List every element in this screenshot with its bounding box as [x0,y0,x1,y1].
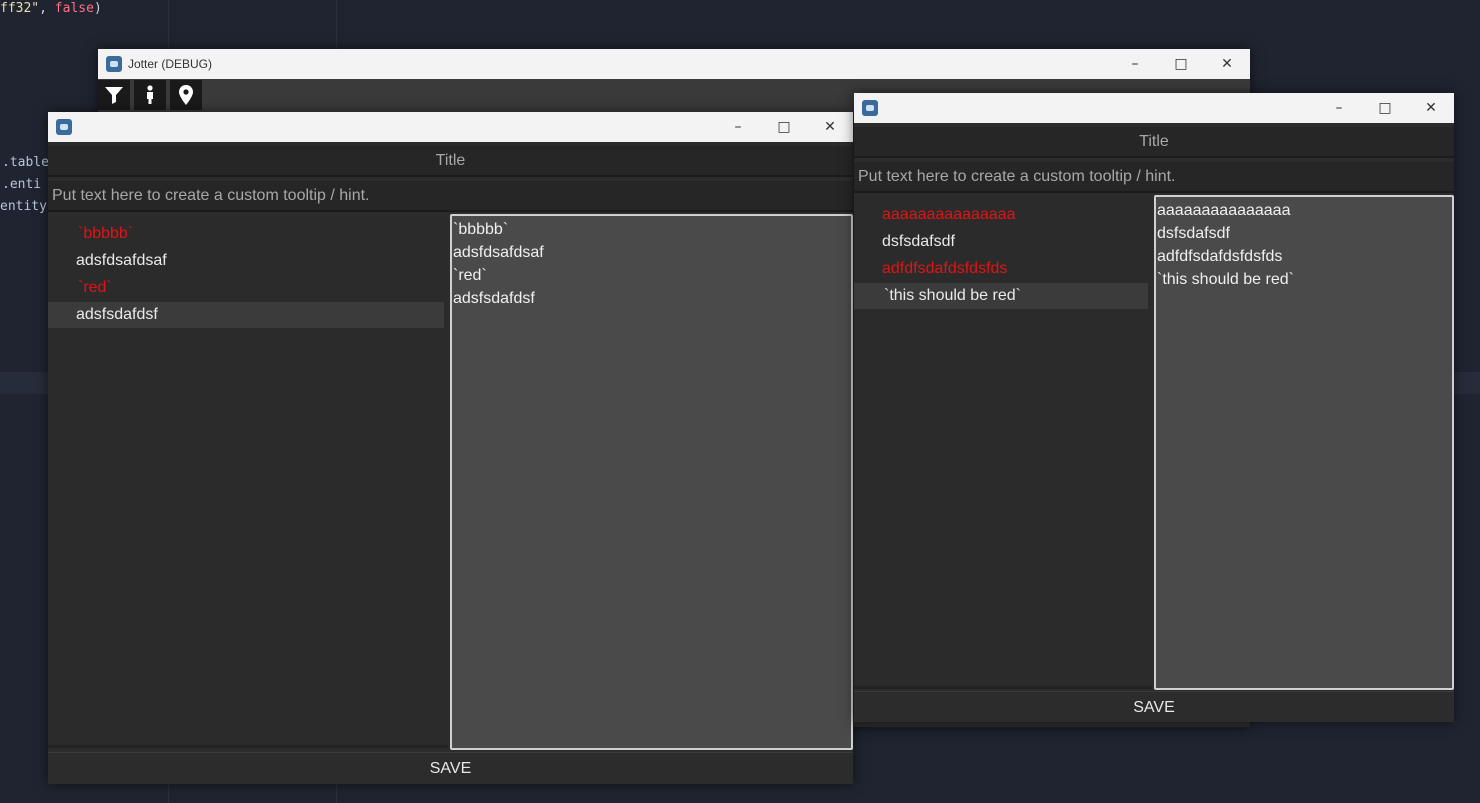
code-fragment: entity [0,199,47,214]
close-icon[interactable]: ✕ [1408,93,1454,123]
left-dialog-titlebar: – □ ✕ [48,112,853,142]
list-item[interactable]: `bbbbb` [48,221,444,247]
maximize-icon[interactable]: □ [1362,93,1408,123]
person-button[interactable] [134,80,166,110]
list-item[interactable]: adfdfsdafdsfdsfds [854,256,1148,282]
maximize-icon[interactable]: □ [1158,49,1204,79]
entry-list: aaaaaaaaaaaaaaa dsfsdafsdf adfdfsdafdsfd… [854,197,1152,689]
right-entry-dialog: – □ ✕ Title Put text here to create a cu… [854,93,1454,722]
minimize-icon[interactable]: – [1112,49,1158,79]
tooltip-hint-input[interactable]: Put text here to create a custom tooltip… [854,162,1454,193]
right-dialog-titlebar: – □ ✕ [854,93,1454,123]
list-item-selected[interactable]: `this should be red` [854,283,1148,309]
list-item[interactable]: dsfsdafsdf [854,229,1148,255]
person-icon [147,85,153,104]
title-input[interactable]: Title [854,127,1454,158]
list-item-selected[interactable]: adsfsdafdsf [48,302,444,328]
list-item[interactable]: adsfdsafdsaf [48,248,444,274]
entry-text-area[interactable]: `bbbbb` adsfdsafdsaf `red` adsfsdafdsf [450,214,853,750]
entry-list: `bbbbb` adsfdsafdsaf `red` adsfsdafdsf [48,216,448,748]
text-line: `red` [453,267,487,284]
close-icon[interactable]: ✕ [1204,49,1250,79]
location-button[interactable] [170,80,202,110]
code-punct: , [39,1,55,16]
text-line: `this should be red` [1157,271,1294,288]
app-icon [862,100,878,116]
code-line: ff32", false) [0,1,102,16]
save-button[interactable]: SAVE [48,752,853,784]
minimize-icon[interactable]: – [1316,93,1362,123]
code-fragment: .table [2,155,49,170]
code-keyword: false [54,1,94,16]
text-line: adfdfsdafdsfdsfds [1157,248,1283,265]
main-window-title: Jotter (DEBUG) [128,57,213,71]
title-input[interactable]: Title [48,146,853,177]
code-fragment: .enti [2,177,42,192]
maximize-icon[interactable]: □ [761,112,807,142]
minimize-icon[interactable]: – [715,112,761,142]
save-button[interactable]: SAVE [854,691,1454,722]
text-line: `bbbbb` [453,221,509,238]
code-string: ff32" [0,1,40,16]
list-item[interactable]: `red` [48,275,444,301]
filter-icon [105,87,123,104]
list-item[interactable]: aaaaaaaaaaaaaaa [854,202,1148,228]
filter-button[interactable] [98,80,130,110]
main-titlebar: Jotter (DEBUG) – □ ✕ [98,49,1250,79]
text-line: adsfdsafdsaf [453,244,544,261]
entry-text-area[interactable]: aaaaaaaaaaaaaaa dsfsdafsdf adfdfsdafdsfd… [1154,195,1454,690]
text-line: aaaaaaaaaaaaaaa [1157,202,1291,219]
text-line: dsfsdafsdf [1157,225,1230,242]
code-punct: ) [93,1,102,16]
location-pin-icon [179,85,193,105]
close-icon[interactable]: ✕ [807,112,853,142]
left-entry-dialog: – □ ✕ Title Put text here to create a cu… [48,112,853,784]
tooltip-hint-input[interactable]: Put text here to create a custom tooltip… [48,181,853,212]
app-icon [56,119,72,135]
text-line: adsfsdafdsf [453,290,535,307]
app-icon [106,56,122,72]
